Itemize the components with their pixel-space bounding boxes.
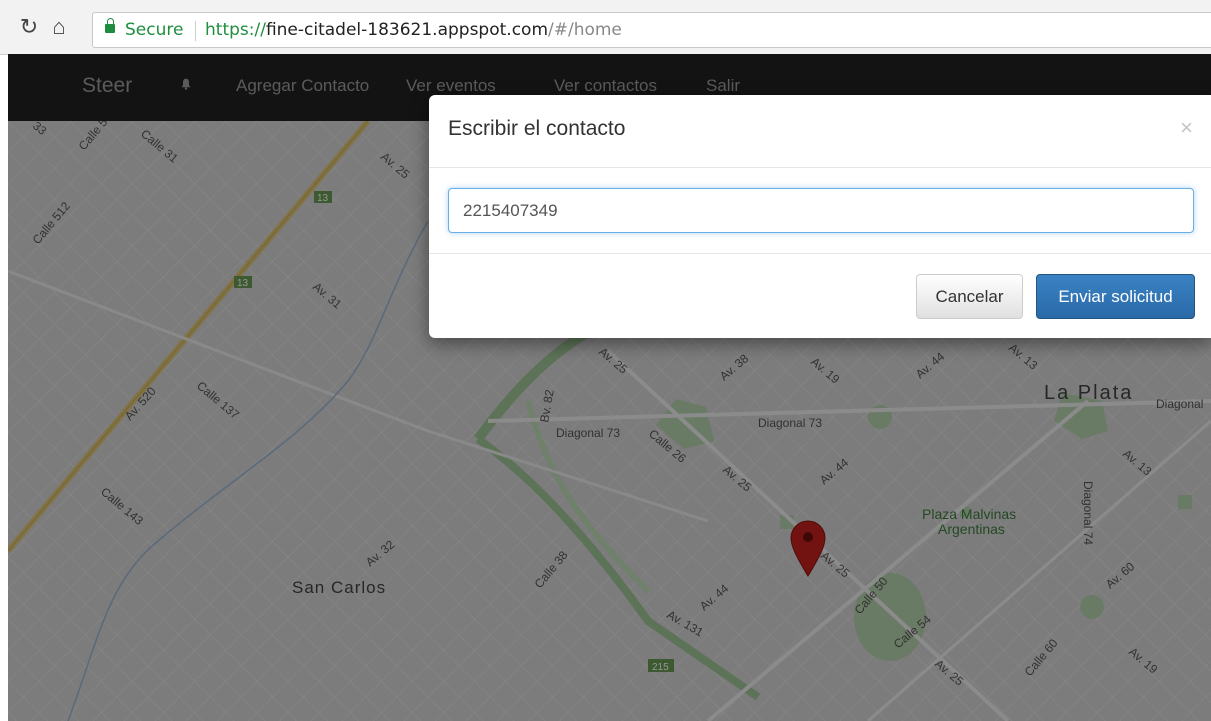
url-text[interactable]: https://fine-citadel-183621.appspot.com/… — [205, 13, 622, 47]
url-scheme: https:// — [205, 20, 266, 40]
cancel-button[interactable]: Cancelar — [916, 274, 1023, 319]
url-host: fine-citadel-183621.appspot.com — [265, 20, 548, 40]
address-bar[interactable]: Secure https://fine-citadel-183621.appsp… — [92, 12, 1211, 48]
lock-icon — [105, 18, 115, 33]
home-icon[interactable]: ⌂ — [46, 14, 72, 40]
modal-title: Escribir el contacto — [448, 117, 626, 140]
reload-icon[interactable]: ↻ — [16, 14, 42, 40]
modal-footer-divider — [429, 253, 1211, 254]
close-icon[interactable]: × — [1180, 115, 1193, 141]
app-viewport: Steer Agregar Contacto Ver eventos Ver c… — [8, 54, 1211, 721]
browser-toolbar: ↻ ⌂ Secure https://fine-citadel-183621.a… — [0, 0, 1211, 55]
url-path: /#/home — [548, 20, 622, 40]
modal-header-divider — [429, 167, 1211, 168]
contact-input[interactable] — [448, 188, 1194, 233]
secure-label: Secure — [125, 20, 184, 40]
send-request-button[interactable]: Enviar solicitud — [1036, 274, 1195, 319]
add-contact-modal: Escribir el contacto × Cancelar Enviar s… — [429, 95, 1211, 338]
address-separator — [195, 21, 196, 41]
